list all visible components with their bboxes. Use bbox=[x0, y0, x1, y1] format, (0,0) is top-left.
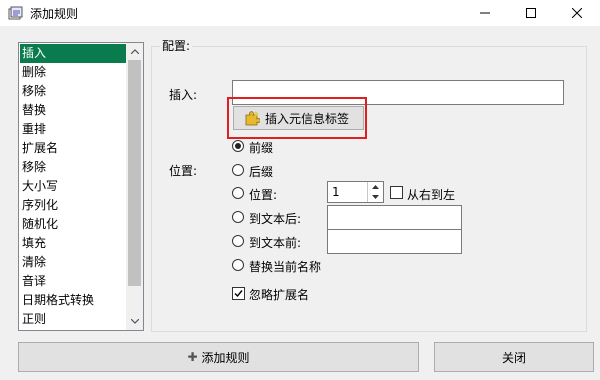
list-item-date-format[interactable]: 日期格式转换 bbox=[20, 291, 126, 310]
list-item-remove-2[interactable]: 移除 bbox=[20, 158, 126, 177]
window-title: 添加规则 bbox=[30, 7, 79, 21]
add-rule-button[interactable]: ✚ 添加规则 bbox=[18, 342, 419, 372]
rule-list-scrollbar[interactable] bbox=[126, 43, 143, 330]
config-title: 配置: bbox=[160, 37, 193, 54]
radio-after-text[interactable] bbox=[232, 211, 244, 223]
right-to-left-label: 从右到左 bbox=[407, 188, 456, 202]
scroll-down-button[interactable] bbox=[126, 313, 143, 330]
radio-after-text-label: 到文本后: bbox=[249, 212, 302, 226]
radio-prefix-label: 前缀 bbox=[249, 141, 274, 155]
close-icon bbox=[572, 8, 582, 18]
list-item-regex[interactable]: 正则 bbox=[20, 310, 126, 329]
radio-before-text-label: 到文本前: bbox=[249, 236, 302, 250]
insert-meta-tag-button[interactable]: 插入元信息标签 bbox=[233, 106, 364, 130]
list-item-transliterate[interactable]: 音译 bbox=[20, 272, 126, 291]
spin-down-button[interactable] bbox=[368, 192, 383, 202]
radio-suffix[interactable] bbox=[232, 164, 244, 176]
scroll-thumb[interactable] bbox=[128, 60, 141, 286]
close-window-button[interactable] bbox=[554, 0, 600, 26]
maximize-button[interactable] bbox=[508, 0, 554, 26]
arrow-up-icon bbox=[372, 185, 379, 189]
list-item-padding[interactable]: 填充 bbox=[20, 234, 126, 253]
position-value: 1 bbox=[332, 185, 340, 199]
spin-up-button[interactable] bbox=[368, 182, 383, 192]
radio-position-label: 位置: bbox=[249, 188, 278, 202]
close-button[interactable]: 关闭 bbox=[434, 342, 594, 372]
list-item-serialize[interactable]: 序列化 bbox=[20, 196, 126, 215]
scroll-up-button[interactable] bbox=[126, 43, 143, 60]
list-item-clean[interactable]: 清除 bbox=[20, 253, 126, 272]
position-label: 位置: bbox=[169, 164, 198, 178]
close-label: 关闭 bbox=[501, 350, 526, 365]
rule-list[interactable]: 插入 删除 移除 替换 重排 扩展名 移除 大小写 序列化 随机化 填充 清除 … bbox=[18, 42, 144, 331]
minimize-icon bbox=[480, 12, 490, 14]
insert-meta-tag-label: 插入元信息标签 bbox=[265, 111, 350, 126]
app-icon bbox=[7, 5, 23, 21]
radio-prefix[interactable] bbox=[232, 140, 244, 152]
minimize-button[interactable] bbox=[462, 0, 508, 26]
add-rule-label: 添加规则 bbox=[201, 350, 250, 365]
list-item-extension[interactable]: 扩展名 bbox=[20, 139, 126, 158]
ignore-extension-label: 忽略扩展名 bbox=[249, 288, 310, 302]
list-item-remove[interactable]: 移除 bbox=[20, 82, 126, 101]
insert-label: 插入: bbox=[169, 88, 198, 102]
radio-position[interactable] bbox=[232, 187, 244, 199]
chevron-down-icon bbox=[130, 319, 139, 324]
title-bar: 添加规则 bbox=[0, 0, 600, 26]
after-text-input[interactable] bbox=[327, 205, 462, 230]
maximize-icon bbox=[526, 8, 536, 18]
plus-icon: ✚ bbox=[187, 350, 198, 364]
ignore-extension-checkbox[interactable] bbox=[232, 287, 245, 300]
checkmark-icon bbox=[234, 290, 243, 298]
arrow-down-icon bbox=[372, 195, 379, 199]
list-item-replace[interactable]: 替换 bbox=[20, 101, 126, 120]
radio-before-text[interactable] bbox=[232, 235, 244, 247]
radio-suffix-label: 后缀 bbox=[249, 165, 274, 179]
list-item-delete[interactable]: 删除 bbox=[20, 63, 126, 82]
radio-replace-name[interactable] bbox=[232, 259, 244, 271]
right-to-left-checkbox[interactable] bbox=[390, 186, 403, 199]
puzzle-icon bbox=[244, 110, 261, 126]
chevron-up-icon bbox=[130, 49, 139, 54]
before-text-input[interactable] bbox=[327, 229, 462, 254]
list-item-case[interactable]: 大小写 bbox=[20, 177, 126, 196]
list-item-insert[interactable]: 插入 bbox=[20, 44, 126, 63]
radio-replace-name-label: 替换当前名称 bbox=[249, 260, 322, 274]
list-item-randomize[interactable]: 随机化 bbox=[20, 215, 126, 234]
list-item-rearrange[interactable]: 重排 bbox=[20, 120, 126, 139]
position-spinner[interactable]: 1 bbox=[327, 181, 384, 203]
